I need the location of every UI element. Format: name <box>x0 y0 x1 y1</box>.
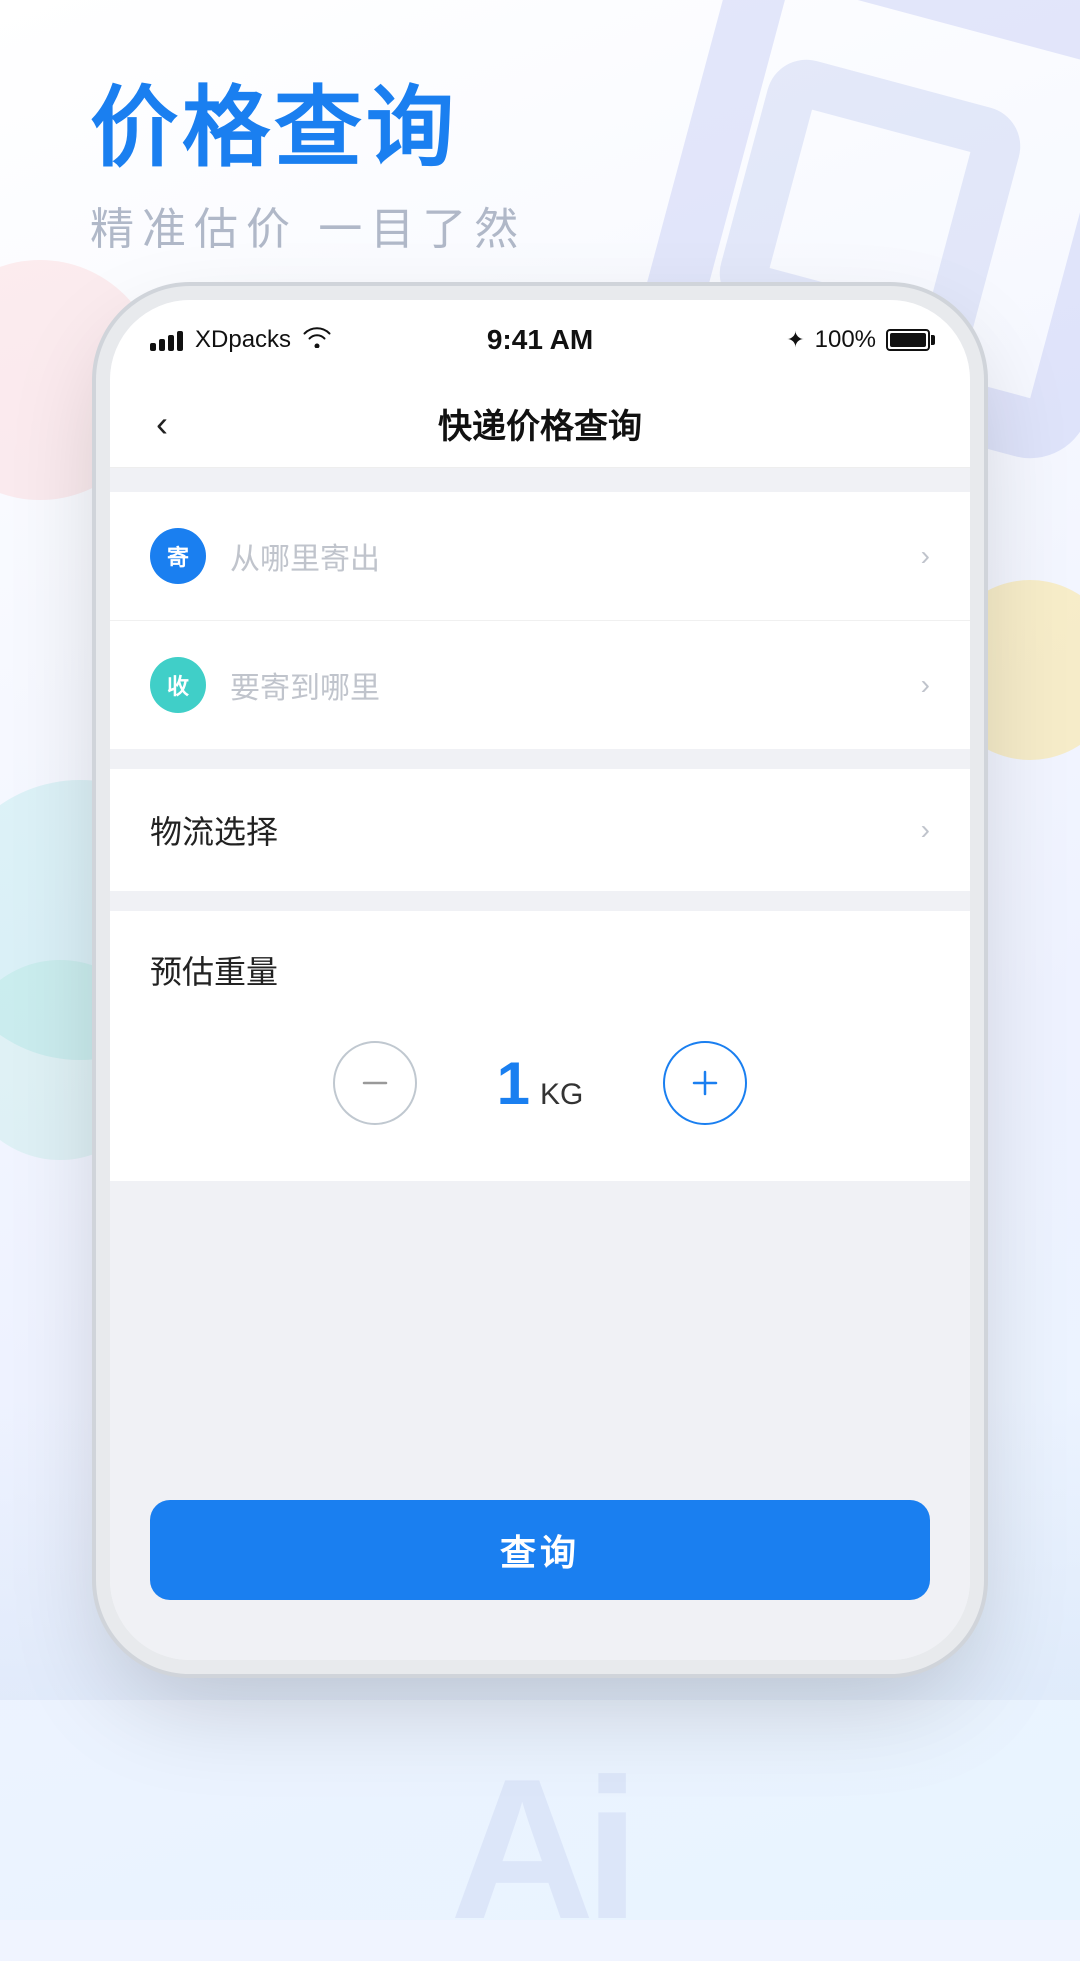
nav-title: 快递价格查询 <box>438 399 642 448</box>
battery-icon <box>886 329 930 351</box>
bluetooth-icon: ✦ <box>786 327 804 353</box>
send-icon-label: 寄 <box>167 540 189 572</box>
weight-card: 预估重量 1 KG <box>110 911 970 1181</box>
back-button[interactable]: ‹ <box>146 393 178 455</box>
send-row[interactable]: 寄 从哪里寄出 › <box>110 492 970 621</box>
signal-bar-2 <box>159 339 165 351</box>
recv-chevron-icon: › <box>921 669 930 701</box>
query-button[interactable]: 查询 <box>150 1500 930 1600</box>
weight-display: 1 KG <box>497 1049 584 1118</box>
battery-percent: 100% <box>815 326 876 354</box>
content-area: 寄 从哪里寄出 › 收 要寄到哪里 › 物流选择 › 预估重量 <box>110 468 970 1660</box>
recv-icon-label: 收 <box>167 669 189 701</box>
logistics-card: 物流选择 › <box>110 769 970 891</box>
phone-frame: XDpacks 9:41 AM ✦ 100% ‹ 快递价格查询 <box>110 300 970 1660</box>
hero-section: 价格查询 精准估价 一目了然 <box>90 80 526 257</box>
signal-bar-3 <box>168 335 174 351</box>
send-placeholder: 从哪里寄出 <box>230 534 921 578</box>
hero-title: 价格查询 <box>90 80 526 177</box>
send-icon-circle: 寄 <box>150 528 206 584</box>
ai-watermark: Ai <box>0 1780 1080 1920</box>
weight-value: 1 <box>497 1049 530 1118</box>
status-right: ✦ 100% <box>593 326 930 354</box>
status-time: 9:41 AM <box>487 324 593 356</box>
logistics-label: 物流选择 <box>150 807 921 853</box>
weight-control: 1 KG <box>150 1041 930 1125</box>
query-button-wrapper: 查询 <box>150 1500 930 1600</box>
signal-bar-1 <box>150 343 156 351</box>
hero-subtitle: 精准估价 一目了然 <box>90 193 526 257</box>
status-bar: XDpacks 9:41 AM ✦ 100% <box>110 300 970 380</box>
weight-unit: KG <box>540 1078 583 1112</box>
receive-row[interactable]: 收 要寄到哪里 › <box>110 621 970 749</box>
logistics-chevron-icon: › <box>921 814 930 846</box>
address-card: 寄 从哪里寄出 › 收 要寄到哪里 › <box>110 492 970 749</box>
signal-bars-icon <box>150 329 183 351</box>
ai-watermark-text: Ai <box>450 1750 630 1950</box>
recv-icon-circle: 收 <box>150 657 206 713</box>
weight-decrease-button[interactable] <box>333 1041 417 1125</box>
carrier-label: XDpacks <box>195 326 291 354</box>
send-chevron-icon: › <box>921 540 930 572</box>
signal-bar-4 <box>177 331 183 351</box>
wifi-icon <box>303 326 331 355</box>
logistics-row[interactable]: 物流选择 › <box>110 769 970 891</box>
weight-title: 预估重量 <box>150 947 930 993</box>
status-left: XDpacks <box>150 326 487 355</box>
weight-increase-button[interactable] <box>663 1041 747 1125</box>
nav-bar: ‹ 快递价格查询 <box>110 380 970 468</box>
recv-placeholder: 要寄到哪里 <box>230 663 921 707</box>
